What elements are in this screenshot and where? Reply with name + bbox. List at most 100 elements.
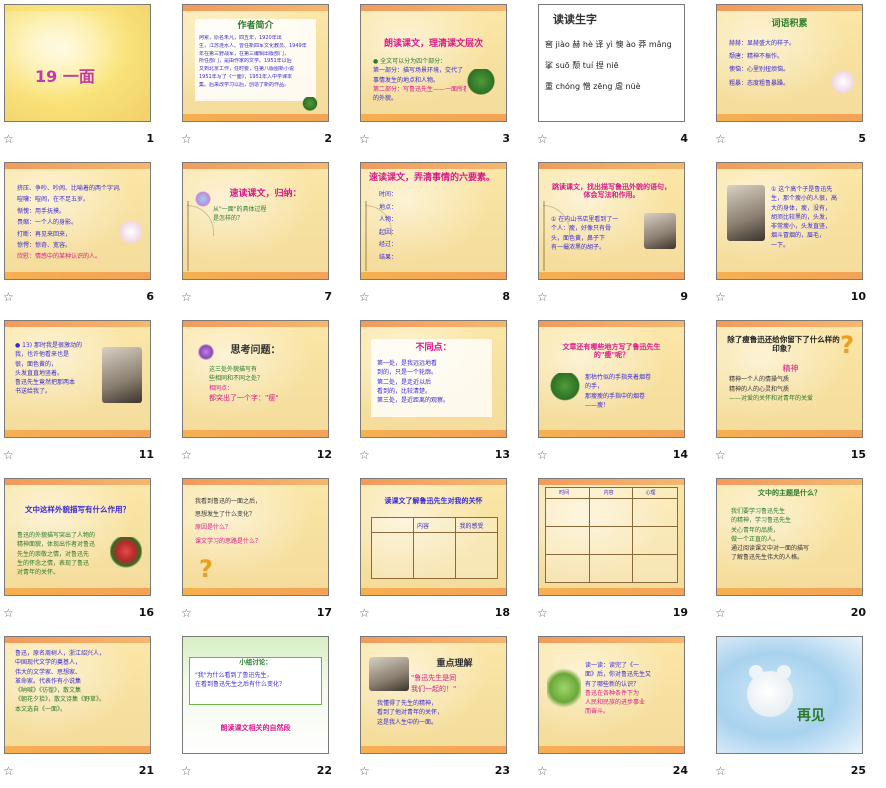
table-divider (454, 518, 456, 578)
star-icon[interactable]: ☆ (181, 765, 192, 777)
slide-title: 不同点： (415, 343, 452, 353)
slide-number: 5 (858, 132, 866, 145)
slide-thumbnail[interactable]: 文章还有哪些地方写了鲁迅先生的"瘦"呢？ 那枯竹似的手指夹着烟卷 的手， 那瘦瘦… (538, 320, 685, 438)
table-header: 心理 (645, 490, 656, 496)
star-icon[interactable]: ☆ (3, 133, 14, 145)
slide-thumbnail[interactable]: 文中这样外貌描写有什么作用？ 鲁迅的外貌描写突出了人物的 精神面貌，体现出作者对… (4, 478, 151, 596)
star-icon[interactable]: ☆ (359, 607, 370, 619)
slide-bottom-bar (183, 588, 328, 595)
star-icon[interactable]: ☆ (715, 765, 726, 777)
body-line: 头发直直地竖着。 (15, 369, 64, 377)
slide-cell[interactable]: 小组讨论： "我"为什么看到了鲁迅先生， 在看到鲁迅先生之后有什么变化？ 朗读课… (178, 632, 354, 788)
slide-thumbnail[interactable]: 再见 (716, 636, 863, 754)
body-line: 又到北京工作，任时要，任第八版图新小说 (199, 66, 295, 72)
slide-cell[interactable]: 读一读：读完了《一 面》后，你对鲁迅先生又 有了哪些新的认识？ 鲁迅在各种条件下… (534, 632, 710, 788)
star-icon[interactable]: ☆ (715, 133, 726, 145)
slide-thumbnail[interactable]: 时间 内容 心理 (538, 478, 685, 596)
star-icon[interactable]: ☆ (537, 291, 548, 303)
slide-cell[interactable]: 速读课文，弄清事情的六要素。 时间： 地点： 人物： 起因： 经过： 结果： ☆… (356, 158, 532, 314)
star-icon[interactable]: ☆ (3, 765, 14, 777)
slide-thumbnail[interactable]: ① 这个高个子是鲁迅先 生，那个瘦小的人很，高 大的身体，瘦，没有， 胡须比较黑… (716, 162, 863, 280)
table-divider (632, 488, 634, 582)
star-icon[interactable]: ☆ (3, 607, 14, 619)
slide-thumbnail[interactable]: 鲁迅，原名周树人，浙江绍兴人， 中国现代文学的奠基人， 伟大的文学家、思想家、 … (4, 636, 151, 754)
slide-thumbnail[interactable]: 作者简介 阿累，原名朱凡，四五年，1920年出 生，江苏涟水人。曾任新四军文化教… (182, 4, 329, 122)
slide-number: 11 (138, 448, 154, 461)
slide-thumbnail[interactable]: 词语积累 赫赫：显赫盛大的样子。 颓唐：精神不振作。 懊恼：心里别扭烦恼。 粗暴… (716, 4, 863, 122)
slide-cell[interactable]: 跳读课文，找出描写鲁迅外貌的语句，体会写法和作用。 ① 在内山书店里看到了一 个… (534, 158, 710, 314)
star-icon[interactable]: ☆ (359, 765, 370, 777)
slide-thumbnail[interactable]: 读一读：读完了《一 面》后，你对鲁迅先生又 有了哪些新的认识？ 鲁迅在各种条件下… (538, 636, 685, 754)
star-icon[interactable]: ☆ (359, 133, 370, 145)
body-line: 读一读：读完了《一 (585, 662, 640, 669)
slide-thumbnail[interactable]: 速读课文，归纳： 从"一面"的具体过程 是怎样的？ (182, 162, 329, 280)
character-illustration (832, 69, 854, 95)
body-line: 我们一起的！" (411, 684, 457, 693)
slide-cell[interactable]: 除了瘦鲁迅还给你留下了什么样的印象？ ? 精神 精神一个人的情操气质 精神的人的… (712, 316, 886, 472)
slide-cell[interactable]: 词语积累 赫赫：显赫盛大的样子。 颓唐：精神不振作。 懊恼：心里别扭烦恼。 粗暴… (712, 0, 886, 156)
slide-cell[interactable]: 文中这样外貌描写有什么作用？ 鲁迅的外貌描写突出了人物的 精神面貌，体现出作者对… (0, 474, 176, 630)
star-icon[interactable]: ☆ (3, 449, 14, 461)
star-icon[interactable]: ☆ (3, 291, 14, 303)
slide-thumbnail[interactable]: 重点理解 "鲁迅先生是同 我们一起的！" 我懂得了先生的精神， 看到了他对青年的… (360, 636, 507, 754)
slide-thumbnail[interactable]: 速读课文，弄清事情的六要素。 时间： 地点： 人物： 起因： 经过： 结果： (360, 162, 507, 280)
slide-cell[interactable]: ① 这个高个子是鲁迅先 生，那个瘦小的人很，高 大的身体，瘦，没有， 胡须比较黑… (712, 158, 886, 314)
slide-bottom-bar (539, 588, 684, 595)
star-icon[interactable]: ☆ (715, 449, 726, 461)
slide-thumbnail[interactable]: ● 13) 那时我是很激动的 我，也许他看来也是 很，面色黄的， 头发直直地竖着… (4, 320, 151, 438)
slide-cell[interactable]: 挤压、争吵、吵闹、比喻着的两个字词。 喧嚷：喧闹，在不足五岁。 惭愧：用手抚摸。… (0, 158, 176, 314)
star-icon[interactable]: ☆ (359, 449, 370, 461)
slide-thumbnail[interactable]: 19 一面 (4, 4, 151, 122)
slide-cell[interactable]: 思考问题： 这三处外貌描写有 些相同和不同之处？ 相同点： 都突出了一个字："瘦… (178, 316, 354, 472)
body-line: 大的身体，瘦，没有， (771, 204, 832, 212)
slide-cell[interactable]: 鲁迅，原名周树人，浙江绍兴人， 中国现代文学的奠基人， 伟大的文学家、思想家、 … (0, 632, 176, 788)
slide-number: 22 (316, 764, 332, 777)
star-icon[interactable]: ☆ (537, 607, 548, 619)
slide-cell[interactable]: 我看到鲁迅的一面之后， 思想发生了什么变化？ 原因是什么？ 课文学习的思路是什么… (178, 474, 354, 630)
slide-thumbnail[interactable]: 读读生字 窖 jiào 赫 hè 译 yì 懊 ào 莽 mǎng 挲 suō … (538, 4, 685, 122)
body-line: ● 全文可以分为四个部分： (373, 58, 447, 65)
star-icon[interactable]: ☆ (715, 607, 726, 619)
body-line: 个人：瘦，好像只有骨 (551, 225, 612, 233)
slide-cell[interactable]: 再见 ☆ 25 (712, 632, 886, 788)
slide-number: 7 (324, 290, 332, 303)
slide-thumbnail[interactable]: 我看到鲁迅的一面之后， 思想发生了什么变化？ 原因是什么？ 课文学习的思路是什么… (182, 478, 329, 596)
star-icon[interactable]: ☆ (181, 291, 192, 303)
slide-bottom-bar (361, 114, 506, 121)
slide-thumbnail[interactable]: 小组讨论： "我"为什么看到了鲁迅先生， 在看到鲁迅先生之后有什么变化？ 朗读课… (182, 636, 329, 754)
slide-thumbnail[interactable]: 文中的主题是什么？ 我们要学习鲁迅先生 的精神，学习鲁迅先生 关心青年的品质， … (716, 478, 863, 596)
slide-thumbnail[interactable]: 不同点： 第一处，是我远远地看 到的，只是一个轮廓。 第二处，是走近以后 看到的… (360, 320, 507, 438)
star-icon[interactable]: ☆ (537, 449, 548, 461)
slide-thumbnail[interactable]: 读课文了解鲁迅先生对我的关怀 内容 心理 我的感受 (360, 478, 507, 596)
slide-thumbnail[interactable]: 朗读课文，理清课文层次 ● 全文可以分为四个部分： 第一部分：描写场景环境，交代… (360, 4, 507, 122)
slide-thumbnail[interactable]: 除了瘦鲁迅还给你留下了什么样的印象？ ? 精神 精神一个人的情操气质 精神的人的… (716, 320, 863, 438)
slide-cell[interactable]: 重点理解 "鲁迅先生是同 我们一起的！" 我懂得了先生的精神， 看到了他对青年的… (356, 632, 532, 788)
slide-cell[interactable]: 读读生字 窖 jiào 赫 hè 译 yì 懊 ào 莽 mǎng 挲 suō … (534, 0, 710, 156)
slide-cell[interactable]: 速读课文，归纳： 从"一面"的具体过程 是怎样的？ ☆ 7 (178, 158, 354, 314)
star-icon[interactable]: ☆ (715, 291, 726, 303)
star-icon[interactable]: ☆ (181, 133, 192, 145)
star-icon[interactable]: ☆ (537, 765, 548, 777)
slide-cell[interactable]: 时间 内容 心理 ☆ 19 (534, 474, 710, 630)
slide-cell[interactable]: ● 13) 那时我是很激动的 我，也许他看来也是 很，面色黄的， 头发直直地竖着… (0, 316, 176, 472)
slide-cell[interactable]: 朗读课文，理清课文层次 ● 全文可以分为四个部分： 第一部分：描写场景环境，交代… (356, 0, 532, 156)
body-line: 做一个正直的人。 (731, 535, 780, 543)
star-icon[interactable]: ☆ (181, 449, 192, 461)
slide-cell[interactable]: 不同点： 第一处，是我远远地看 到的，只是一个轮廓。 第二处，是走近以后 看到的… (356, 316, 532, 472)
slide-bottom-bar (539, 430, 684, 437)
slide-bottom-bar (717, 272, 862, 279)
body-line: 阿累，原名朱凡，四五年，1920年出 (199, 35, 282, 41)
star-icon[interactable]: ☆ (359, 291, 370, 303)
star-icon[interactable]: ☆ (537, 133, 548, 145)
slide-cell[interactable]: 读课文了解鲁迅先生对我的关怀 内容 心理 我的感受 ☆ 18 (356, 474, 532, 630)
slide-cell[interactable]: 19 一面 ☆ 1 (0, 0, 176, 156)
slide-cell[interactable]: 文中的主题是什么？ 我们要学习鲁迅先生 的精神，学习鲁迅先生 关心青年的品质， … (712, 474, 886, 630)
body-line: 的精神，学习鲁迅先生 (731, 517, 792, 525)
slide-thumbnail[interactable]: 思考问题： 这三处外貌描写有 些相同和不同之处？ 相同点： 都突出了一个字："瘦… (182, 320, 329, 438)
slide-cell[interactable]: 文章还有哪些地方写了鲁迅先生的"瘦"呢？ 那枯竹似的手指夹着烟卷 的手， 那瘦瘦… (534, 316, 710, 472)
slide-thumbnail[interactable]: 跳读课文，找出描写鲁迅外貌的语句，体会写法和作用。 ① 在内山书店里看到了一 个… (538, 162, 685, 280)
potted-plant-image (549, 373, 581, 405)
slide-thumbnail[interactable]: 挤压、争吵、吵闹、比喻着的两个字词。 喧嚷：喧闹，在不足五岁。 惭愧：用手抚摸。… (4, 162, 151, 280)
star-icon[interactable]: ☆ (181, 607, 192, 619)
slide-cell[interactable]: 作者简介 阿累，原名朱凡，四五年，1920年出 生，江苏涟水人。曾任新四军文化教… (178, 0, 354, 156)
